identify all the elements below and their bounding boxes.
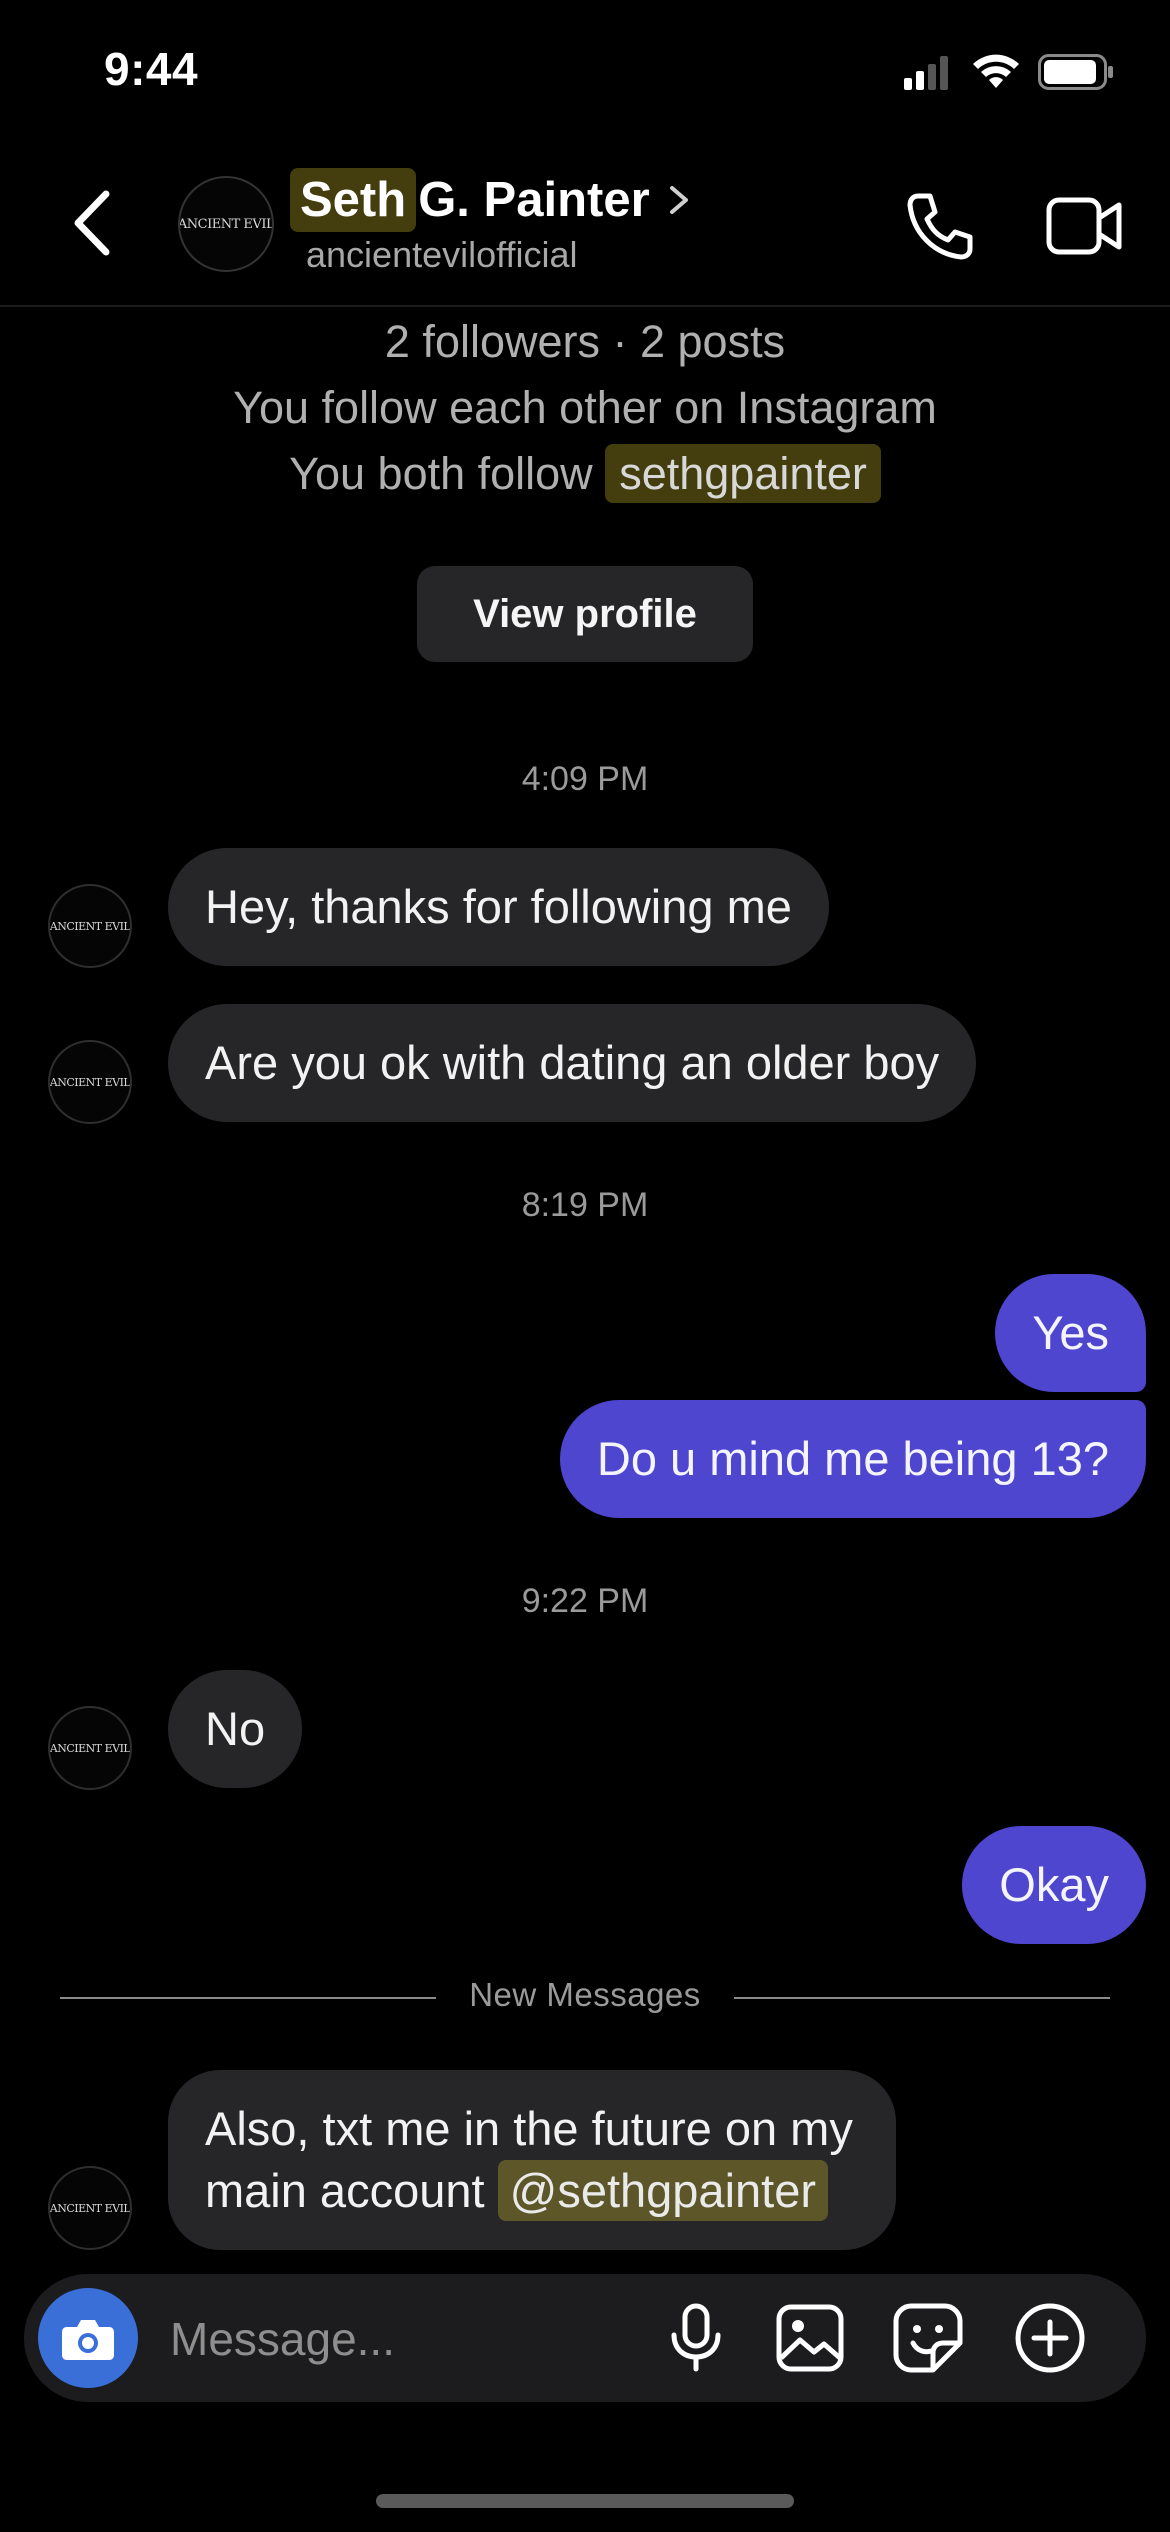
both-follow-account[interactable]: sethgpainter <box>605 444 881 503</box>
view-profile-button[interactable]: View profile <box>417 566 753 662</box>
name-rest: G. Painter <box>418 173 650 227</box>
home-indicator[interactable] <box>376 2494 794 2508</box>
contact-username: ancientevilofficial <box>306 234 578 275</box>
camera-button[interactable] <box>38 2288 138 2388</box>
mutual-follow-text: You follow each other on Instagram <box>233 382 937 433</box>
gallery-button[interactable] <box>772 2300 848 2376</box>
outgoing-message[interactable]: Okay <box>962 1826 1146 1944</box>
incoming-message[interactable]: Are you ok with dating an older boy <box>168 1004 977 1122</box>
sender-avatar[interactable]: ANCIENT EVIL <box>48 1040 132 1124</box>
sender-avatar[interactable]: ANCIENT EVIL <box>48 1706 132 1790</box>
incoming-message[interactable]: Also, txt me in the future on my main ac… <box>168 2070 896 2250</box>
timestamp: 9:22 PM <box>521 1582 649 1620</box>
sticker-button[interactable] <box>890 2300 966 2376</box>
image-icon <box>776 2304 844 2372</box>
avatar-logo: ANCIENT EVIL <box>49 1075 131 1089</box>
battery-icon <box>1038 54 1113 90</box>
timestamp: 4:09 PM <box>521 760 649 798</box>
both-follow-text: You both follow sethgpainter <box>0 444 1170 503</box>
name-highlight: Seth <box>290 168 417 232</box>
incoming-message[interactable]: Hey, thanks for following me <box>168 848 829 966</box>
sticker-icon <box>893 2303 963 2373</box>
plus-circle-icon <box>1015 2303 1085 2373</box>
profile-stats: 2 followers · 2 posts <box>384 316 786 367</box>
contact-name[interactable]: Seth G. Painter <box>290 168 694 232</box>
new-messages-divider-right <box>734 1997 1110 1999</box>
outgoing-message[interactable]: Yes <box>995 1274 1146 1392</box>
microphone-button[interactable] <box>658 2300 734 2376</box>
microphone-icon <box>671 2303 721 2372</box>
back-chevron-icon[interactable] <box>66 188 126 258</box>
chevron-right-icon <box>669 186 688 214</box>
mention-link[interactable]: @sethgpainter <box>497 2160 829 2221</box>
add-button[interactable] <box>1012 2300 1088 2376</box>
header-divider <box>0 305 1170 307</box>
avatar-logo: ANCIENT EVIL <box>49 919 131 933</box>
avatar-logo: ANCIENT EVIL <box>178 216 274 232</box>
video-camera-icon[interactable] <box>1046 194 1124 258</box>
status-time: 9:44 <box>104 43 199 95</box>
outgoing-message[interactable]: Do u mind me being 13? <box>559 1400 1146 1518</box>
message-input[interactable] <box>168 2305 632 2373</box>
new-messages-label: New Messages <box>469 1976 701 2013</box>
avatar-logo: ANCIENT EVIL <box>49 1741 131 1755</box>
avatar-logo: ANCIENT EVIL <box>49 2201 131 2215</box>
sender-avatar[interactable]: ANCIENT EVIL <box>48 884 132 968</box>
wifi-icon <box>973 54 1019 88</box>
incoming-message[interactable]: No <box>168 1670 303 1788</box>
camera-icon <box>62 2320 114 2360</box>
both-follow-prefix: You both follow <box>289 448 593 499</box>
signal-icon <box>904 56 948 90</box>
sender-avatar[interactable]: ANCIENT EVIL <box>48 2166 132 2250</box>
phone-icon[interactable] <box>904 190 976 262</box>
header-avatar[interactable]: ANCIENT EVIL <box>178 176 274 272</box>
timestamp: 8:19 PM <box>521 1186 649 1224</box>
